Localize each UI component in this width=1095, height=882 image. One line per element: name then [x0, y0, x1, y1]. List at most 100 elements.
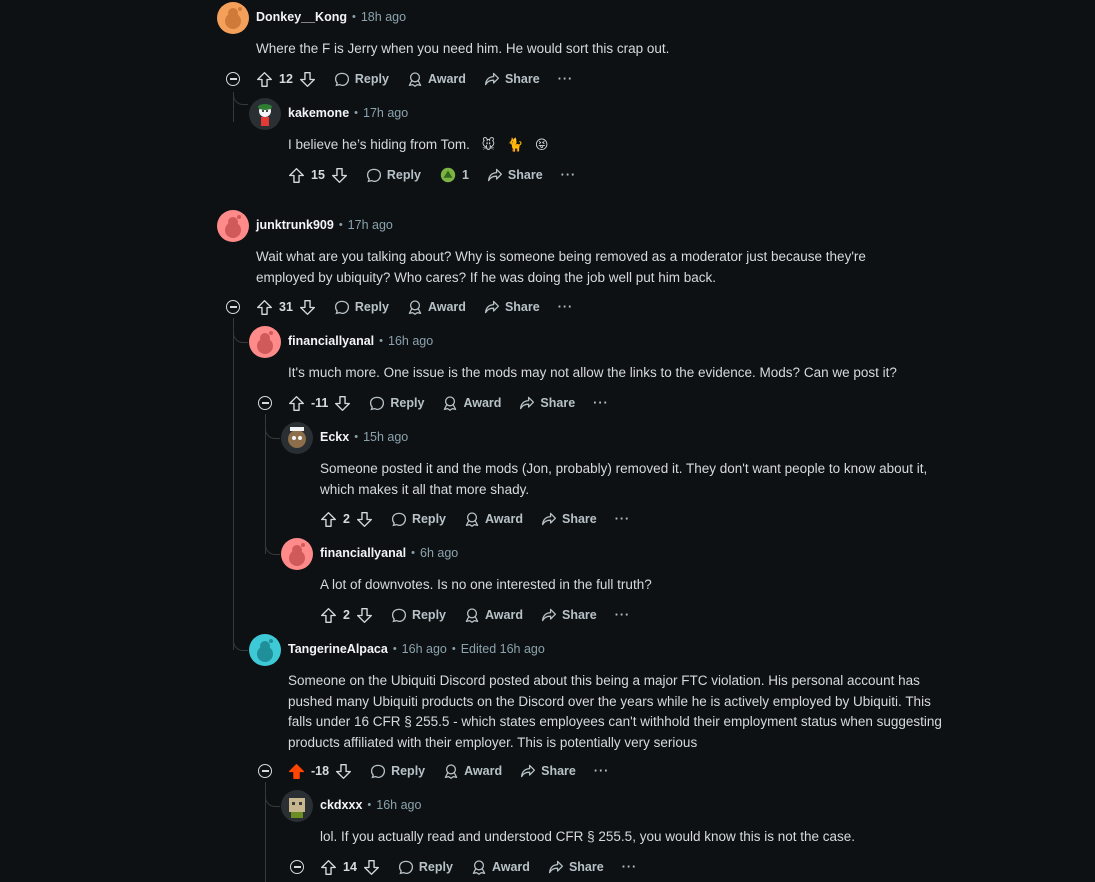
more-options-button[interactable]: ···	[558, 72, 574, 86]
share-button[interactable]: Share	[484, 299, 540, 315]
avatar[interactable]	[281, 538, 313, 570]
upvote-icon[interactable]	[256, 71, 273, 88]
thread-elbow	[233, 318, 248, 343]
separator: •	[354, 431, 359, 443]
avatar[interactable]	[281, 422, 313, 454]
upvote-icon[interactable]	[320, 511, 337, 528]
share-label: Share	[504, 72, 540, 86]
avatar[interactable]	[249, 326, 281, 358]
timestamp[interactable]: 17h ago	[363, 106, 408, 120]
share-icon	[548, 860, 563, 874]
reply-icon	[334, 300, 349, 315]
timestamp[interactable]: 6h ago	[420, 546, 458, 560]
comment-actions: 14 Reply Award Share ···	[320, 856, 637, 878]
reply-button[interactable]: Reply	[398, 859, 453, 875]
downvote-icon[interactable]	[299, 299, 316, 316]
upvote-icon[interactable]	[320, 859, 337, 876]
share-button[interactable]: Share	[541, 511, 597, 527]
upvote-icon[interactable]	[288, 763, 305, 780]
username[interactable]: junktrunk909	[256, 218, 334, 232]
share-button[interactable]: Share	[541, 607, 597, 623]
collapse-button[interactable]	[290, 860, 304, 874]
more-options-button[interactable]: ···	[593, 396, 609, 410]
upvote-icon[interactable]	[256, 299, 273, 316]
avatar[interactable]	[249, 634, 281, 666]
share-label: Share	[540, 396, 576, 410]
share-button[interactable]: Share	[519, 395, 575, 411]
collapse-button[interactable]	[258, 764, 272, 778]
avatar[interactable]	[281, 790, 313, 822]
more-options-button[interactable]: ···	[615, 608, 631, 622]
collapse-button[interactable]	[226, 300, 240, 314]
reply-button[interactable]: Reply	[334, 299, 389, 315]
reply-button[interactable]: Reply	[391, 511, 446, 527]
share-icon	[541, 608, 557, 622]
emoji: 🐭	[481, 137, 496, 152]
upvote-icon[interactable]	[320, 607, 337, 624]
award-button[interactable]: Award	[407, 299, 466, 315]
award-button[interactable]: Award	[442, 395, 501, 411]
share-button[interactable]: Share	[548, 859, 604, 875]
comment-actions: -11 Reply Award Share ···	[288, 392, 609, 414]
downvote-icon[interactable]	[299, 71, 316, 88]
vote-controls: 31	[256, 299, 316, 316]
username[interactable]: Eckx	[320, 430, 349, 444]
timestamp[interactable]: 17h ago	[348, 218, 393, 232]
avatar[interactable]	[217, 210, 249, 242]
username[interactable]: financiallyanal	[320, 546, 406, 560]
comment-body: I believe he’s hiding from Tom. 🐭 🐈 😝	[288, 135, 938, 156]
reply-button[interactable]: Reply	[369, 395, 424, 411]
downvote-icon[interactable]	[356, 607, 373, 624]
share-button[interactable]: Share	[487, 167, 543, 183]
award-count: 1	[461, 168, 469, 182]
comment-actions: 31 Reply Award Share ···	[256, 296, 573, 318]
reply-button[interactable]: Reply	[391, 607, 446, 623]
separator: •	[352, 11, 356, 23]
more-options-button[interactable]: ···	[622, 860, 638, 874]
upvote-icon[interactable]	[288, 395, 305, 412]
avatar[interactable]	[249, 98, 281, 130]
username[interactable]: Donkey__Kong	[256, 10, 347, 24]
timestamp[interactable]: 16h ago	[402, 642, 447, 656]
award-badge[interactable]: 1	[439, 166, 469, 184]
share-label: Share	[568, 860, 604, 874]
award-button[interactable]: Award	[407, 71, 466, 87]
share-button[interactable]: Share	[484, 71, 540, 87]
avatar[interactable]	[217, 2, 249, 34]
timestamp[interactable]: 16h ago	[376, 798, 421, 812]
username[interactable]: ckdxxx	[320, 798, 362, 812]
award-badge-icon	[440, 167, 456, 183]
more-options-button[interactable]: ···	[561, 168, 577, 182]
comment-body: Wait what are you talking about? Why is …	[256, 249, 866, 285]
upvote-icon[interactable]	[288, 167, 305, 184]
downvote-icon[interactable]	[334, 395, 351, 412]
thread-elbow	[265, 782, 280, 807]
award-button[interactable]: Award	[443, 763, 502, 779]
collapse-button[interactable]	[226, 72, 240, 86]
downvote-icon[interactable]	[356, 511, 373, 528]
more-options-button[interactable]: ···	[558, 300, 574, 314]
reply-button[interactable]: Reply	[334, 71, 389, 87]
award-button[interactable]: Award	[464, 607, 523, 623]
username[interactable]: financiallyanal	[288, 334, 374, 348]
more-options-button[interactable]: ···	[594, 764, 610, 778]
award-button[interactable]: Award	[464, 511, 523, 527]
reply-button[interactable]: Reply	[366, 167, 421, 183]
reply-button[interactable]: Reply	[370, 763, 425, 779]
award-icon	[444, 764, 458, 779]
downvote-icon[interactable]	[331, 167, 348, 184]
award-button[interactable]: Award	[471, 859, 530, 875]
downvote-icon[interactable]	[363, 859, 380, 876]
separator: •	[379, 335, 384, 347]
thread-elbow	[265, 414, 280, 439]
timestamp[interactable]: 18h ago	[361, 10, 406, 24]
username[interactable]: TangerineAlpaca	[288, 642, 388, 656]
downvote-icon[interactable]	[335, 763, 352, 780]
more-options-button[interactable]: ···	[615, 512, 631, 526]
reply-icon	[370, 396, 385, 411]
username[interactable]: kakemone	[288, 106, 349, 120]
share-button[interactable]: Share	[520, 763, 576, 779]
collapse-button[interactable]	[258, 396, 272, 410]
timestamp[interactable]: 15h ago	[363, 430, 408, 444]
timestamp[interactable]: 16h ago	[388, 334, 433, 348]
